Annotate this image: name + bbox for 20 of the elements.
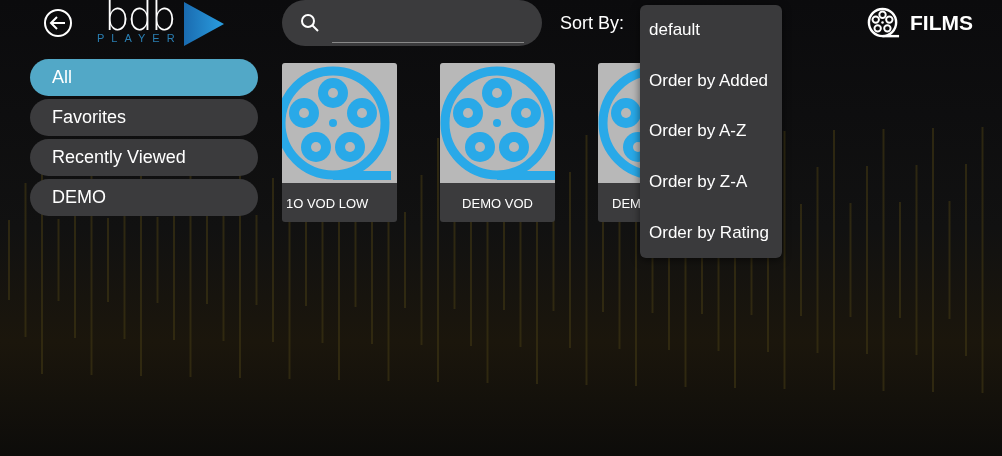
- sort-option[interactable]: Order by Rating: [640, 207, 782, 258]
- movie-card[interactable]: 1O VOD LOW: [282, 63, 397, 222]
- logo-subtitle: PLAYER: [97, 32, 182, 44]
- sort-option[interactable]: default: [640, 5, 782, 56]
- category-tab[interactable]: DEMO: [30, 179, 258, 216]
- play-triangle-icon: [183, 2, 224, 46]
- movie-title: 1O VOD LOW: [285, 196, 370, 211]
- section-title: FILMS: [910, 11, 973, 35]
- movie-card[interactable]: DEMO VOD: [440, 63, 555, 222]
- movie-title: DEMO VOD: [461, 196, 534, 211]
- sort-option[interactable]: Order by Added: [640, 55, 782, 107]
- logo-text: bdb: [104, 0, 175, 32]
- category-tab[interactable]: Recently Viewed: [30, 139, 258, 176]
- sort-option[interactable]: Order by Z-A: [640, 156, 782, 208]
- category-tab[interactable]: Favorites: [30, 99, 258, 136]
- sort-option[interactable]: Order by A-Z: [640, 106, 782, 157]
- search-icon: [300, 13, 320, 33]
- sort-by-label: Sort By:: [560, 12, 625, 34]
- movie-title: DEM: [611, 196, 642, 211]
- search-field[interactable]: [282, 0, 542, 46]
